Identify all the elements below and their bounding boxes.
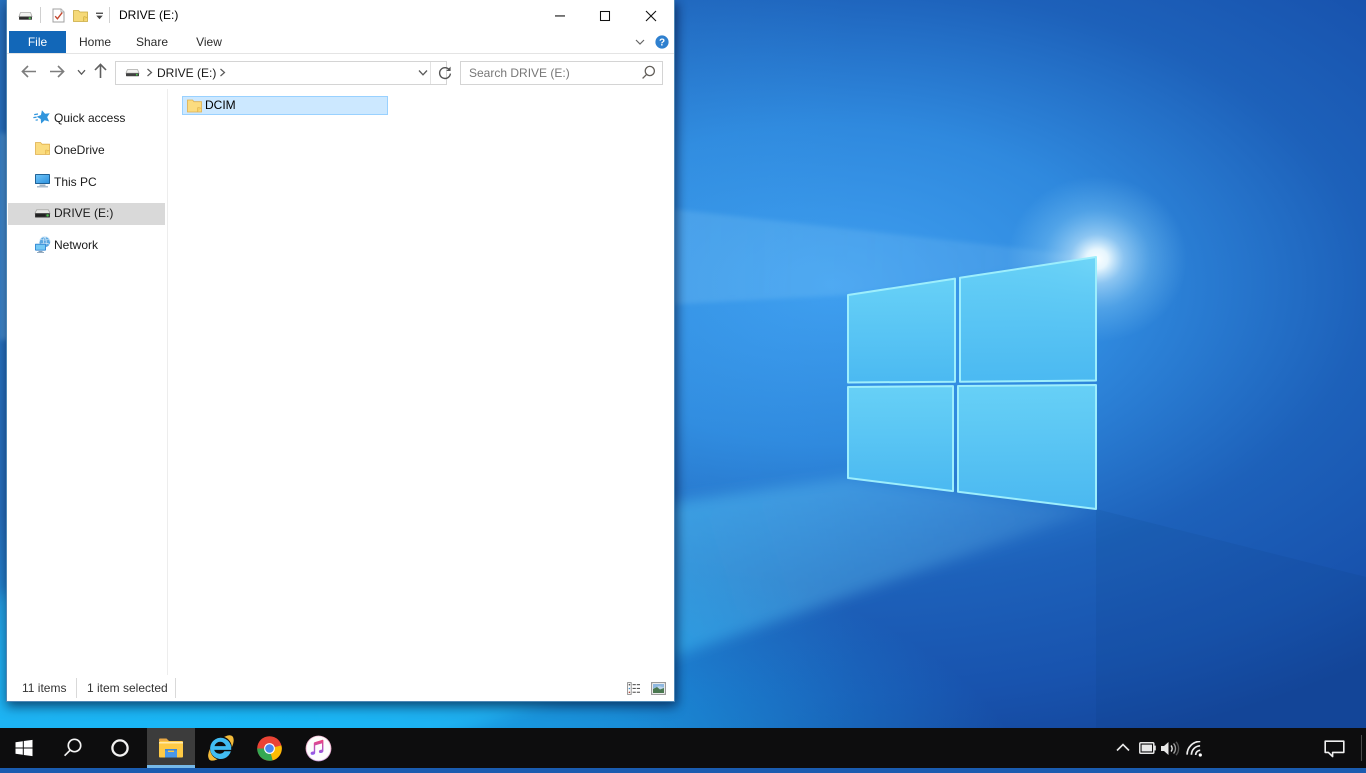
svg-text:?: ? [659, 37, 665, 48]
